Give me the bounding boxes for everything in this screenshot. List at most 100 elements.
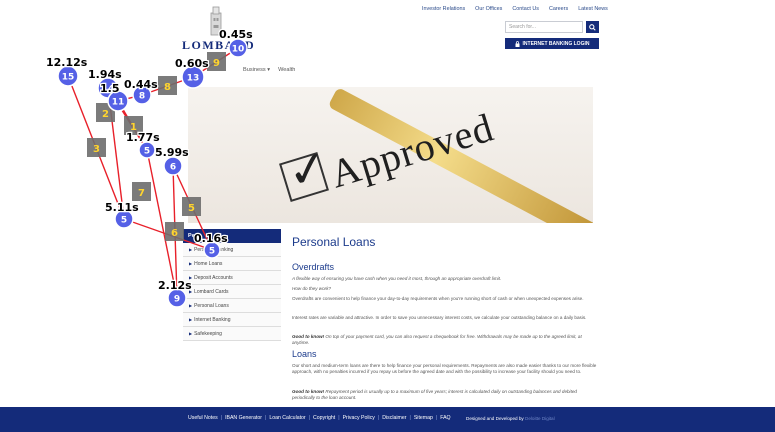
marker-number: 3 [93, 144, 100, 155]
credit-name[interactable]: Deloitte Digital [525, 416, 555, 421]
logo-wordmark[interactable]: LOMBARD [182, 38, 255, 53]
page-title: Personal Loans [292, 235, 376, 249]
good-to-know-label: Good to know! [292, 334, 325, 339]
our-offices-link[interactable]: Our Offices [475, 6, 502, 12]
careers-link[interactable]: Careers [549, 6, 568, 12]
overdrafts-question: How do they work? [292, 286, 332, 291]
login-label: INTERNET BANKING LOGIN [522, 40, 590, 47]
internet-banking-login-button[interactable]: INTERNET BANKING LOGIN [505, 38, 599, 49]
sidebar-item-label: Personal Loans [194, 303, 229, 309]
trace-line [117, 94, 143, 102]
fixation-number: 9 [174, 295, 180, 305]
marker-square [165, 222, 184, 241]
sidebar-item-deposit-accounts[interactable]: ▶ Deposit Accounts [183, 271, 281, 285]
loans-good-to-know: Good to know! Repayment period is usuall… [292, 389, 598, 402]
triangle-right-icon: ▶ [189, 331, 193, 336]
sidebar-title: Pe [183, 229, 281, 243]
marker-square [158, 76, 177, 95]
triangle-right-icon: ▶ [189, 275, 193, 280]
sidebar-item-home-loans[interactable]: ▶ Home Loans [183, 257, 281, 271]
trace-line [117, 100, 148, 151]
fixation-number: 5 [121, 216, 127, 226]
footer-link-useful-notes[interactable]: Useful Notes [188, 415, 218, 421]
search-input[interactable]: Search for... [505, 21, 583, 33]
marker-square [96, 103, 115, 122]
fixation-number: 15 [62, 73, 75, 83]
nav-business[interactable]: Business ▾ [243, 67, 270, 73]
overdrafts-heading: Overdrafts [292, 262, 335, 272]
duration-label: 0.60s [175, 57, 209, 70]
fixation-number: 11 [112, 98, 125, 108]
marker-number: 7 [138, 188, 145, 199]
overdrafts-lead: A flexible way of ensuring you have cash… [292, 276, 502, 281]
overdrafts-paragraph-2: Interest rates are variable and attracti… [292, 315, 587, 320]
fixation-number: 5 [144, 147, 150, 157]
duration-label: 0.44s [124, 78, 158, 91]
footer-link-iban-generator[interactable]: IBAN Generator [225, 415, 262, 421]
sidebar-item-label: Lombard Cards [194, 289, 229, 295]
sidebar-item-lombard-cards[interactable]: ▶ Lombard Cards [183, 285, 281, 299]
duration-label: 1.5 [100, 82, 120, 95]
search-button[interactable] [586, 21, 599, 33]
marker-number: 6 [171, 228, 178, 239]
marker-square [207, 52, 226, 71]
fixation-circle [138, 141, 156, 159]
sidebar-item-label: Personal Banking [194, 247, 234, 253]
marker-number: 2 [102, 109, 109, 120]
fixation-circle [163, 156, 183, 176]
credit-prefix: Designed and Developed by [466, 415, 525, 421]
fixation-circle [107, 90, 129, 112]
duration-label: 1.77s [126, 131, 160, 144]
lock-icon [515, 40, 520, 47]
footer-link-loan-calculator[interactable]: Loan Calculator [269, 415, 305, 421]
duration-label: 5.11s [105, 201, 139, 214]
fixation-circle [114, 209, 134, 229]
latest-news-link[interactable]: Latest News [578, 6, 608, 12]
trace-line [172, 165, 178, 299]
search-icon [589, 23, 596, 31]
footer-link-faq[interactable]: FAQ [440, 415, 450, 421]
footer-credit: Designed and Developed by Deloitte Digit… [466, 416, 555, 421]
fixation-circle [132, 85, 152, 105]
footer-link-sitemap[interactable]: Sitemap [414, 415, 433, 421]
marker-square [87, 138, 106, 157]
good-to-know-text: On top of your payment card, you can als… [292, 334, 582, 346]
sidebar-item-label: Deposit Accounts [194, 275, 233, 281]
footer-links: Useful Notes | IBAN Generator | Loan Calcu… [188, 415, 451, 421]
overdrafts-paragraph-1: Overdrafts are convenient to help financ… [292, 296, 584, 301]
footer-link-privacy-policy[interactable]: Privacy Policy [343, 415, 375, 421]
triangle-right-icon: ▶ [189, 317, 193, 322]
fixation-number: 8 [139, 92, 145, 102]
trace-line [107, 87, 148, 151]
sidebar-item-personal-loans[interactable]: ▶ Personal Loans [183, 299, 281, 313]
footer-link-disclaimer[interactable]: Disclaimer [382, 415, 406, 421]
main-nav: Business ▾ Wealth [243, 67, 295, 73]
fixation-circle [97, 77, 119, 99]
investor-relations-link[interactable]: Investor Relations [422, 6, 465, 12]
trace-line [141, 76, 194, 96]
duration-label: 5.99s [155, 146, 189, 159]
fixation-number: 14 [102, 85, 115, 95]
fixation-circle [57, 65, 79, 87]
triangle-right-icon: ▶ [189, 261, 193, 266]
sidebar-item-personal-banking[interactable]: ▶ Personal Banking [183, 243, 281, 257]
hero-image: ✓ Approved [188, 87, 593, 223]
loans-heading: Loans [292, 349, 317, 359]
sidebar-item-label: Safekeeping [194, 331, 222, 337]
good-to-know-text: Repayment period is usually up to a maxi… [292, 389, 577, 401]
sidebar-item-safekeeping[interactable]: ▶ Safekeeping [183, 327, 281, 341]
footer-link-copyright[interactable]: Copyright [313, 415, 335, 421]
fixation-circle [181, 65, 205, 89]
sidebar-item-internet-banking[interactable]: ▶ Internet Banking [183, 313, 281, 327]
marker-square [124, 116, 143, 135]
trace-line [146, 149, 178, 299]
triangle-right-icon: ▶ [189, 303, 193, 308]
triangle-right-icon: ▶ [189, 289, 193, 294]
sidebar-item-label: Home Loans [194, 261, 223, 267]
marker-number: 9 [213, 58, 220, 69]
nav-wealth[interactable]: Wealth [278, 67, 295, 73]
marker-number: 8 [164, 82, 171, 93]
sidebar-item-label: Internet Banking [194, 317, 231, 323]
marker-number: 1 [130, 122, 137, 133]
contact-us-link[interactable]: Contact Us [512, 6, 539, 12]
